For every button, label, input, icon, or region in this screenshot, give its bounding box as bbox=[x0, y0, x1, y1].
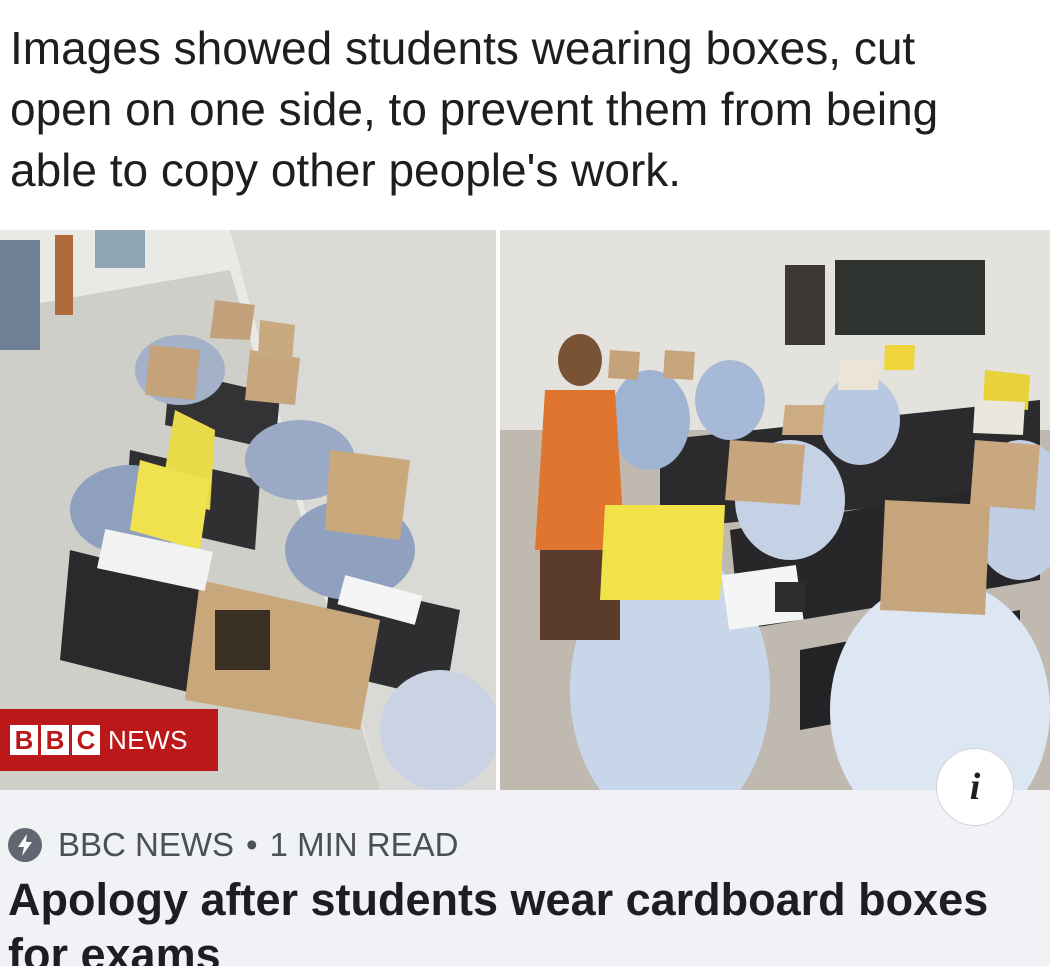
info-glyph: i bbox=[969, 766, 981, 808]
article-meta: BBC NEWS • 1 MIN READ bbox=[8, 826, 458, 864]
classroom-photo-left bbox=[0, 230, 496, 790]
read-time: 1 MIN READ bbox=[269, 826, 459, 863]
info-icon[interactable]: i bbox=[936, 748, 1014, 826]
bbc-logo-letter: B bbox=[10, 725, 38, 755]
bolt-icon bbox=[8, 828, 42, 862]
bbc-logo-letter: C bbox=[72, 725, 100, 755]
bbc-news-label: NEWS bbox=[108, 724, 188, 755]
article-headline[interactable]: Apology after students wear cardboard bo… bbox=[8, 872, 1038, 966]
link-preview-card[interactable]: BBC NEWS • 1 MIN READ Apology after stud… bbox=[0, 790, 1050, 966]
classroom-photo-right bbox=[500, 230, 1050, 790]
post-image[interactable]: B B C NEWS bbox=[0, 230, 1050, 790]
article-source: BBC NEWS bbox=[58, 826, 235, 863]
post-caption: Images showed students wearing boxes, cu… bbox=[10, 22, 939, 196]
bbc-news-watermark: B B C NEWS bbox=[0, 709, 218, 771]
meta-separator: • bbox=[246, 826, 258, 863]
bbc-logo-letter: B bbox=[41, 725, 69, 755]
